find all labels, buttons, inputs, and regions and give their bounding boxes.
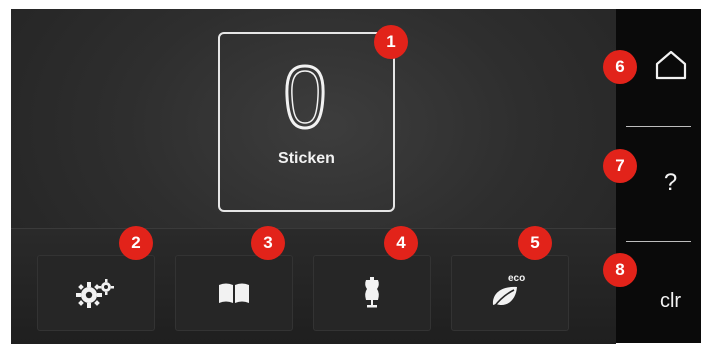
settings-gears-icon xyxy=(76,278,116,308)
help-label: ? xyxy=(663,169,678,196)
sewing-consultant-dressform-icon xyxy=(362,277,382,309)
home-button[interactable] xyxy=(628,40,701,94)
callout-badge-5: 5 xyxy=(518,226,552,260)
sewing-consultant-button[interactable] xyxy=(313,255,431,331)
callout-badge-6: 6 xyxy=(603,50,637,84)
home-icon xyxy=(654,49,688,86)
help-button[interactable]: ? xyxy=(628,158,701,208)
setup-program-button[interactable] xyxy=(37,255,155,331)
embroidery-hoop-icon xyxy=(282,62,328,137)
eco-mode-leaf-icon: eco xyxy=(490,273,530,309)
sidebar-divider xyxy=(626,126,691,127)
clear-button[interactable]: clr xyxy=(628,276,701,326)
tutorial-button[interactable] xyxy=(175,255,293,331)
eco-mode-button[interactable]: eco xyxy=(451,255,569,331)
clear-label: clr xyxy=(659,289,682,312)
embroidery-mode-button[interactable]: Sticken xyxy=(218,32,395,212)
callout-badge-7: 7 xyxy=(603,149,637,183)
callout-badge-2: 2 xyxy=(119,226,153,260)
callout-badge-8: 8 xyxy=(603,253,637,287)
embroidery-mode-label: Sticken xyxy=(278,150,335,167)
callout-badge-1: 1 xyxy=(374,25,408,59)
callout-badge-4: 4 xyxy=(384,226,418,260)
sidebar-divider xyxy=(626,241,691,242)
callout-badge-3: 3 xyxy=(251,226,285,260)
eco-label: eco xyxy=(508,273,526,284)
tutorial-book-icon xyxy=(218,282,250,304)
